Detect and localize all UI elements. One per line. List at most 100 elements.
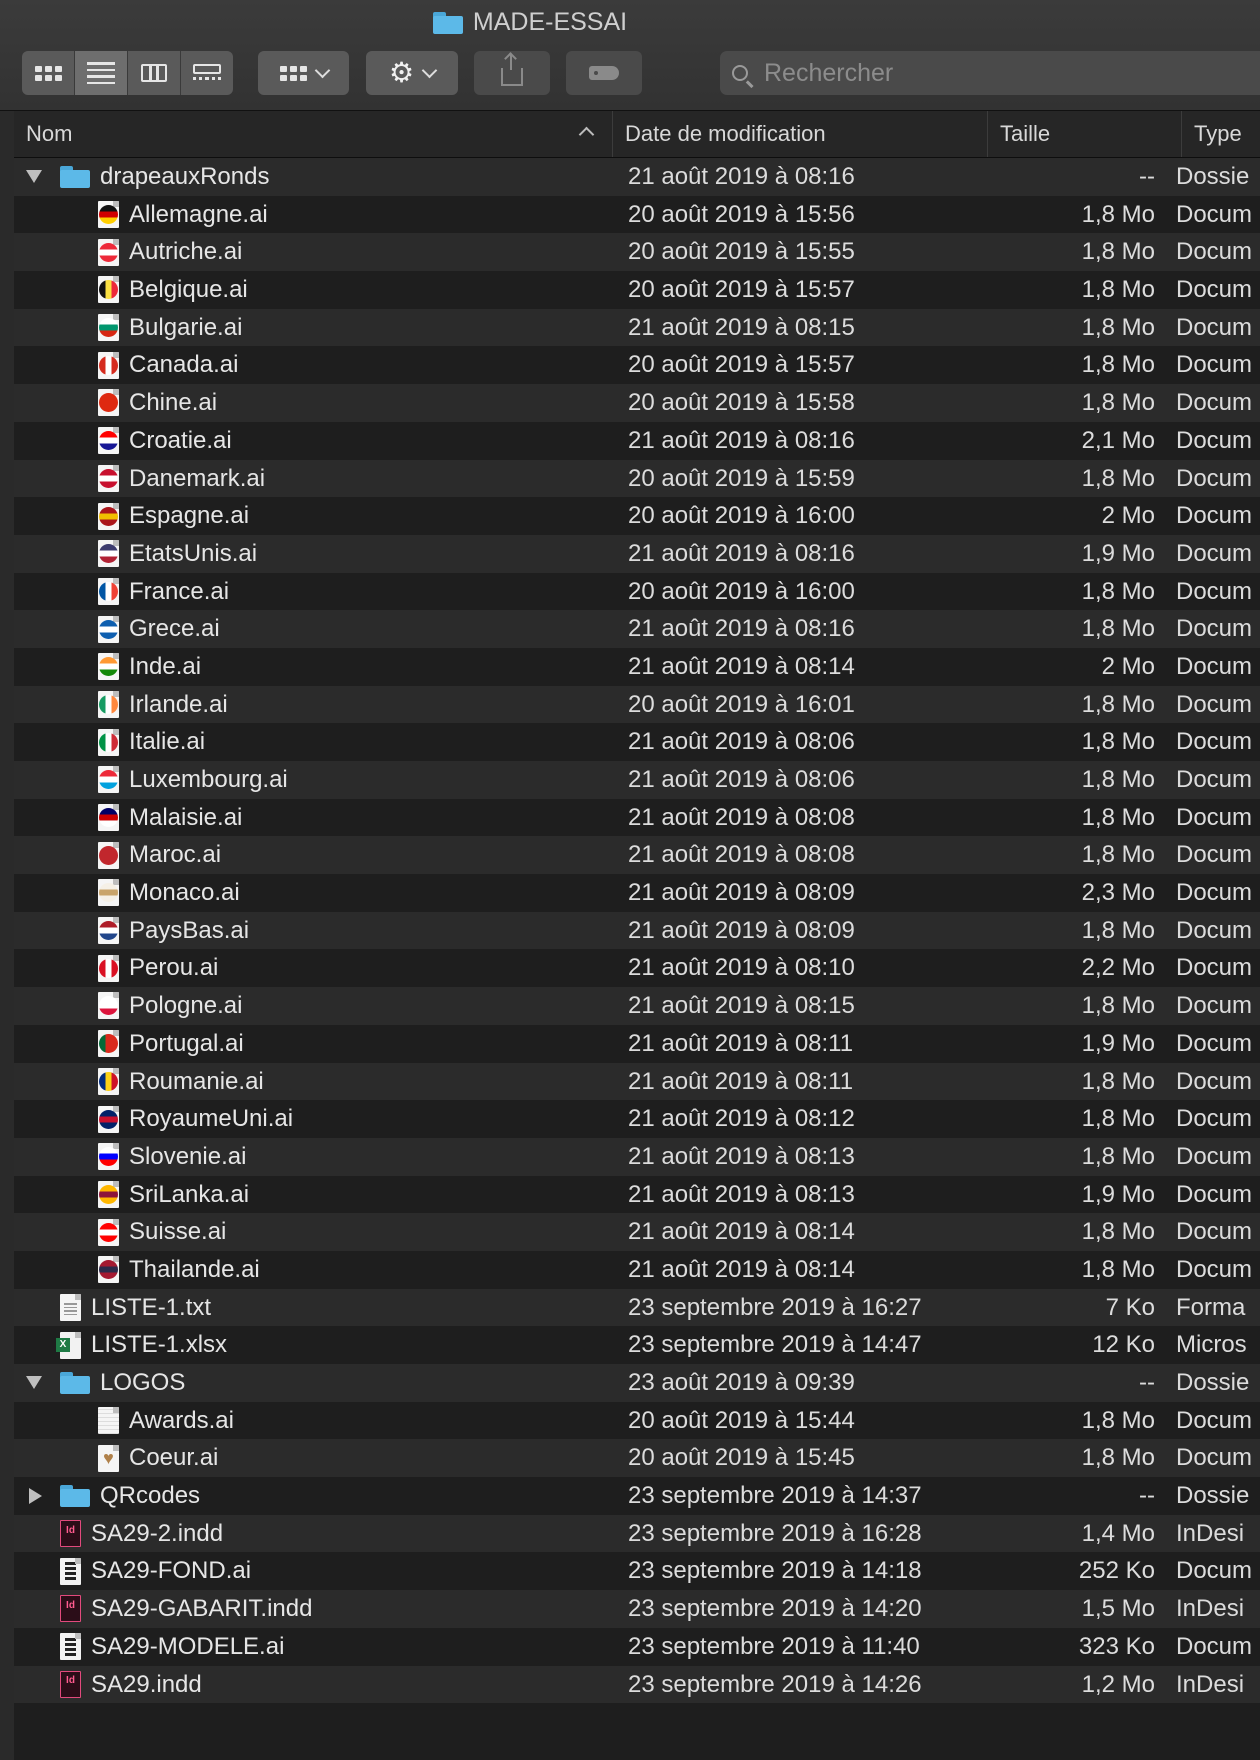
name-cell: Thailande.ai — [98, 1251, 260, 1289]
folder-row[interactable]: drapeauxRonds 21 août 2019 à 08:16 -- Dossi… — [14, 158, 1260, 196]
share-icon — [501, 54, 523, 86]
file-kind: InDesi — [1176, 1519, 1245, 1547]
file-row[interactable]: Inde.ai 21 août 2019 à 08:14 2 Mo Docum — [14, 647, 1260, 686]
file-row[interactable]: Luxembourg.ai 21 août 2019 à 08:06 1,8 Mo D… — [14, 761, 1260, 799]
file-row[interactable]: Italie.ai 21 août 2019 à 08:06 1,8 Mo Docum — [14, 723, 1260, 761]
file-row[interactable]: Bulgarie.ai 21 août 2019 à 08:15 1,8 Mo Doc… — [14, 308, 1260, 347]
file-row[interactable]: Id SA29-2.indd 23 septembre 2019 à 16:28 1,… — [14, 1514, 1260, 1553]
tags-button[interactable] — [566, 51, 642, 95]
file-row[interactable]: Danemark.ai 20 août 2019 à 15:59 1,8 Mo Doc… — [14, 459, 1260, 498]
file-row[interactable]: Canada.ai 20 août 2019 à 15:57 1,8 Mo Docum — [14, 346, 1260, 385]
flag-graphic — [99, 770, 118, 790]
flag-graphic — [99, 205, 118, 225]
file-row[interactable]: France.ai 20 août 2019 à 16:00 1,8 Mo Docum — [14, 572, 1260, 611]
file-row[interactable]: SriLanka.ai 21 août 2019 à 08:13 1,9 Mo Doc… — [14, 1175, 1260, 1214]
column-view-button[interactable] — [128, 51, 181, 95]
file-kind: Docum — [1176, 1406, 1253, 1434]
column-header-size[interactable]: Taille — [988, 111, 1182, 157]
file-row[interactable]: Thailande.ai 21 août 2019 à 08:14 1,8 Mo Do… — [14, 1250, 1260, 1289]
window-title-text: MADE-ESSAI — [472, 8, 628, 36]
modified-date: 20 août 2019 à 15:58 — [628, 389, 855, 417]
file-size: 1,8 Mo — [1081, 577, 1155, 605]
sidebar-edge — [0, 111, 15, 1760]
file-row[interactable]: Espagne.ai 20 août 2019 à 16:00 2 Mo Docum — [14, 497, 1260, 535]
folder-row[interactable]: QRcodes 23 septembre 2019 à 14:37 -- Dossie — [14, 1477, 1260, 1515]
file-row[interactable]: Chine.ai 20 août 2019 à 15:58 1,8 Mo Docum — [14, 384, 1260, 422]
file-size: 1,8 Mo — [1081, 1218, 1155, 1246]
file-name: Portugal.ai — [129, 1029, 244, 1057]
file-row[interactable]: Monaco.ai 21 août 2019 à 08:09 2,3 Mo Docum — [14, 874, 1260, 912]
file-row[interactable]: Portugal.ai 21 août 2019 à 08:11 1,9 Mo Doc… — [14, 1024, 1260, 1063]
file-name: QRcodes — [100, 1482, 201, 1510]
icon-view-button[interactable] — [22, 51, 75, 95]
file-size: 1,8 Mo — [1081, 728, 1155, 756]
modified-date: 20 août 2019 à 15:44 — [628, 1406, 855, 1434]
file-row[interactable]: EtatsUnis.ai 21 août 2019 à 08:16 1,9 Mo Do… — [14, 534, 1260, 573]
disclosure-triangle-closed-icon[interactable] — [26, 1477, 46, 1515]
action-button[interactable]: ⚙ — [366, 51, 458, 95]
name-cell: QRcodes — [60, 1477, 200, 1515]
file-row[interactable]: Maroc.ai 21 août 2019 à 08:08 1,8 Mo Docum — [14, 836, 1260, 875]
flag-slovenia-icon — [98, 1143, 119, 1171]
file-kind: Dossie — [1176, 163, 1250, 190]
indesign-file-icon: Id — [60, 1595, 81, 1623]
file-row[interactable]: Slovenie.ai 21 août 2019 à 08:13 1,8 Mo Doc… — [14, 1137, 1260, 1176]
file-row[interactable]: ♥ Coeur.ai 20 août 2019 à 15:45 1,8 Mo Docum — [14, 1439, 1260, 1478]
flag-graphic — [99, 845, 118, 865]
search-input[interactable] — [762, 57, 1246, 89]
file-row[interactable]: Autriche.ai 20 août 2019 à 15:55 1,8 Mo Doc… — [14, 233, 1260, 272]
disclosure-triangle-open-icon[interactable] — [26, 158, 46, 196]
illustrator-file-icon — [60, 1633, 81, 1661]
gallery-view-button[interactable] — [181, 51, 233, 95]
file-row[interactable]: Allemagne.ai 20 août 2019 à 15:56 1,8 Mo Do… — [14, 195, 1260, 234]
file-row[interactable]: Pologne.ai 21 août 2019 à 08:15 1,8 Mo Docu… — [14, 987, 1260, 1025]
folder-row[interactable]: LOGOS 23 août 2019 à 09:39 -- Dossie — [14, 1364, 1260, 1402]
file-row[interactable]: LISTE-1.txt 23 septembre 2019 à 16:27 7 Ko… — [14, 1288, 1260, 1327]
file-size: 1,2 Mo — [1081, 1670, 1155, 1698]
column-header-size-label: Taille — [1000, 121, 1051, 146]
file-row[interactable]: SA29-FOND.ai 23 septembre 2019 à 14:18 252… — [14, 1552, 1260, 1591]
file-size: 1,8 Mo — [1081, 841, 1155, 869]
file-row[interactable]: Croatie.ai 21 août 2019 à 08:16 2,1 Mo Docu… — [14, 421, 1260, 460]
column-header-date[interactable]: Date de modification — [613, 111, 988, 157]
column-header-kind[interactable]: Type — [1182, 111, 1260, 157]
name-cell: France.ai — [98, 573, 229, 611]
file-row[interactable]: Grece.ai 21 août 2019 à 08:16 1,8 Mo Docum — [14, 610, 1260, 648]
file-row[interactable]: X LISTE-1.xlsx 23 septembre 2019 à 14:47 12… — [14, 1326, 1260, 1364]
name-cell: Roumanie.ai — [98, 1063, 264, 1101]
file-size: 1,8 Mo — [1081, 1105, 1155, 1133]
file-size: 2,2 Mo — [1081, 954, 1155, 982]
file-row[interactable]: Id SA29.indd 23 septembre 2019 à 14:26 1,2 … — [14, 1665, 1260, 1704]
file-row[interactable]: SA29-MODELE.ai 23 septembre 2019 à 11:40 3… — [14, 1627, 1260, 1666]
file-row[interactable]: Awards.ai 20 août 2019 à 15:44 1,8 Mo Docum — [14, 1401, 1260, 1440]
file-name: Inde.ai — [129, 652, 202, 680]
file-row[interactable]: RoyaumeUni.ai 21 août 2019 à 08:12 1,8 Mo D… — [14, 1100, 1260, 1138]
flag-graphic — [99, 921, 118, 941]
file-row[interactable]: Irlande.ai 20 août 2019 à 16:01 1,8 Mo Docu… — [14, 685, 1260, 724]
share-button[interactable] — [474, 51, 550, 95]
file-row[interactable]: Belgique.ai 20 août 2019 à 15:57 1,8 Mo Doc… — [14, 271, 1260, 309]
flag-graphic — [99, 280, 118, 300]
column-header-name[interactable]: Nom — [14, 111, 613, 157]
file-row[interactable]: PaysBas.ai 21 août 2019 à 08:09 1,8 Mo Docu… — [14, 911, 1260, 950]
disclosure-triangle-open-icon[interactable] — [26, 1364, 46, 1402]
window-title: MADE-ESSAI — [0, 8, 1060, 37]
file-row[interactable]: Malaisie.ai 21 août 2019 à 08:08 1,8 Mo Doc… — [14, 798, 1260, 837]
file-row[interactable]: Id SA29-GABARIT.indd 23 septembre 2019 à 1… — [14, 1590, 1260, 1628]
file-name: Perou.ai — [129, 954, 219, 982]
file-name: Slovenie.ai — [129, 1142, 247, 1170]
file-row[interactable]: Suisse.ai 21 août 2019 à 08:14 1,8 Mo Docum — [14, 1213, 1260, 1251]
file-kind: Docum — [1176, 615, 1253, 643]
columns-icon — [141, 64, 167, 82]
file-kind: Docum — [1176, 766, 1253, 793]
file-name: SA29-2.indd — [91, 1519, 224, 1547]
heart-file-icon: ♥ — [98, 1444, 119, 1472]
list-view-button[interactable] — [75, 51, 128, 95]
group-by-button[interactable] — [258, 51, 349, 95]
grid-group-icon — [279, 65, 307, 81]
search-field[interactable] — [720, 51, 1260, 95]
file-row[interactable]: Perou.ai 21 août 2019 à 08:10 2,2 Mo Docum — [14, 949, 1260, 988]
flag-malaysia-icon — [98, 804, 119, 832]
file-row[interactable]: Roumanie.ai 21 août 2019 à 08:11 1,8 Mo Doc… — [14, 1062, 1260, 1101]
file-name: Irlande.ai — [129, 690, 228, 718]
